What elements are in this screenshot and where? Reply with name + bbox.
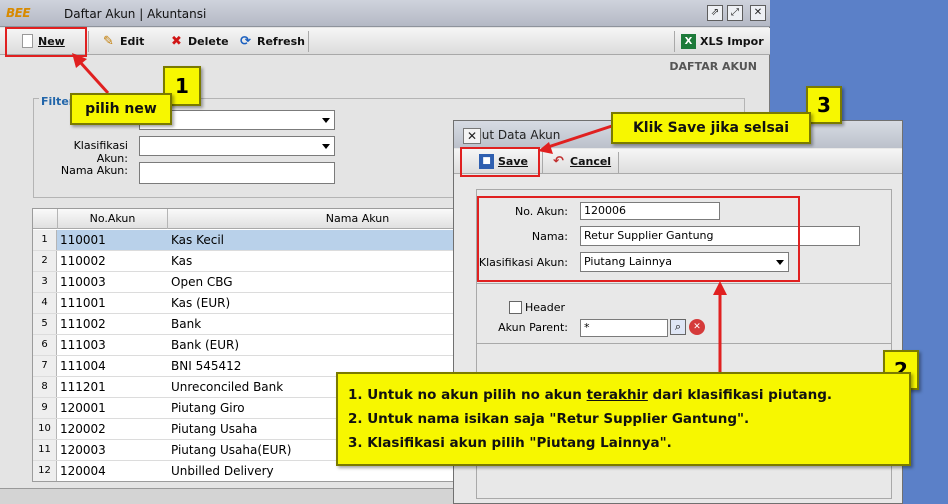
step-2-instructions: 1. Untuk no akun pilih no akun terakhir …: [336, 372, 911, 466]
step-3-callout: Klik Save jika selsai: [611, 112, 811, 144]
instruction-2: 2. Untuk nama isikan saja "Retur Supplie…: [348, 411, 750, 427]
instruction-3: 3. Klasifikasi akun pilih "Piutang Lainn…: [348, 435, 672, 451]
step-1-callout: pilih new: [70, 93, 172, 125]
instruction-1: 1. Untuk no akun pilih no akun terakhir …: [348, 387, 833, 403]
step-3-number: 3: [806, 86, 842, 124]
